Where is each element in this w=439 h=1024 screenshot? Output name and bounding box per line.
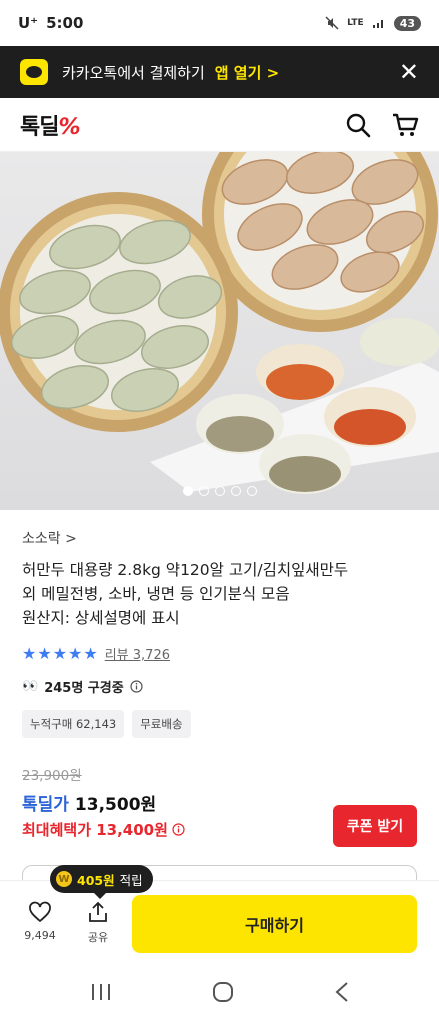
info-icon[interactable] (130, 680, 143, 693)
review-count-link[interactable]: 리뷰 3,726 (105, 644, 170, 663)
share-icon (89, 902, 107, 922)
app-header: 톡딜% (0, 98, 439, 152)
tag-free-shipping: 무료배송 (132, 710, 191, 738)
brand-logo[interactable]: 톡딜% (20, 109, 81, 141)
battery-indicator: 43 (393, 15, 421, 31)
status-bar: U⁺ 5:00 LTE 43 (0, 0, 439, 46)
seller-link[interactable]: 소소락 > (22, 528, 422, 548)
product-image-gallery[interactable] (0, 152, 439, 510)
signal-icon (372, 20, 383, 28)
home-icon[interactable] (211, 980, 235, 1004)
star-rating-icon: ★★★★★ (22, 644, 99, 663)
eyes-icon: 👀 (22, 679, 39, 694)
info-icon[interactable] (172, 823, 185, 836)
system-nav-bar (0, 960, 439, 1024)
like-count: 9,494 (24, 929, 56, 942)
carrier-label: U⁺ (18, 14, 39, 32)
product-photo (0, 152, 439, 494)
share-button[interactable]: 공유 (78, 901, 118, 945)
kakaotalk-logo-icon (20, 59, 48, 85)
watching-count: 👀 245명 구경중 (22, 677, 422, 696)
like-button[interactable]: 9,494 (20, 901, 60, 942)
kakao-pay-banner[interactable]: 카카오톡에서 결제하기 앱 열기 > ✕ (0, 46, 439, 98)
get-coupon-button[interactable]: 쿠폰 받기 (333, 805, 417, 847)
banner-message: 카카오톡에서 결제하기 (62, 63, 205, 82)
status-icons: LTE 43 (325, 15, 421, 31)
tag-cumulative-purchases: 누적구매 62,143 (22, 710, 125, 738)
bottom-action-bar: W 405원 적립 9,494 공유 구매하기 (0, 865, 439, 960)
gallery-pagination (0, 486, 439, 496)
deal-price: 13,500원 (74, 795, 157, 815)
recent-apps-icon[interactable] (90, 982, 112, 1002)
original-price: 23,900원 (22, 768, 82, 784)
close-icon[interactable]: ✕ (399, 60, 419, 84)
product-title: 허만두 대용량 2.8kg 약120알 고기/김치잎새만두 외 메밀전병, 소바… (22, 561, 349, 627)
share-label: 공유 (87, 931, 109, 944)
open-app-link[interactable]: 앱 열기 > (215, 62, 279, 83)
rating-row[interactable]: ★★★★★ 리뷰 3,726 (22, 644, 422, 663)
product-tags: 누적구매 62,143 무료배송 (22, 710, 422, 738)
product-info: 소소락 > 허만두 대용량 2.8kg 약120알 고기/김치잎새만두 외 메밀… (22, 528, 422, 840)
cart-icon[interactable] (391, 112, 419, 138)
deal-price-label: 톡딜가 (22, 795, 69, 815)
points-tooltip: W 405원 적립 (50, 865, 153, 899)
mute-icon (325, 16, 339, 30)
search-icon[interactable] (345, 112, 371, 138)
gallery-dot[interactable] (246, 486, 257, 496)
clock: 5:00 (46, 14, 84, 32)
gallery-dot[interactable] (198, 486, 209, 496)
gallery-dot[interactable] (182, 486, 193, 496)
gallery-dot[interactable] (214, 486, 225, 496)
network-label: LTE (347, 18, 364, 28)
heart-icon (29, 901, 51, 923)
coin-icon: W (56, 871, 72, 887)
back-icon[interactable] (334, 981, 350, 1003)
gallery-dot[interactable] (230, 486, 241, 496)
buy-button[interactable]: 구매하기 (132, 895, 417, 953)
